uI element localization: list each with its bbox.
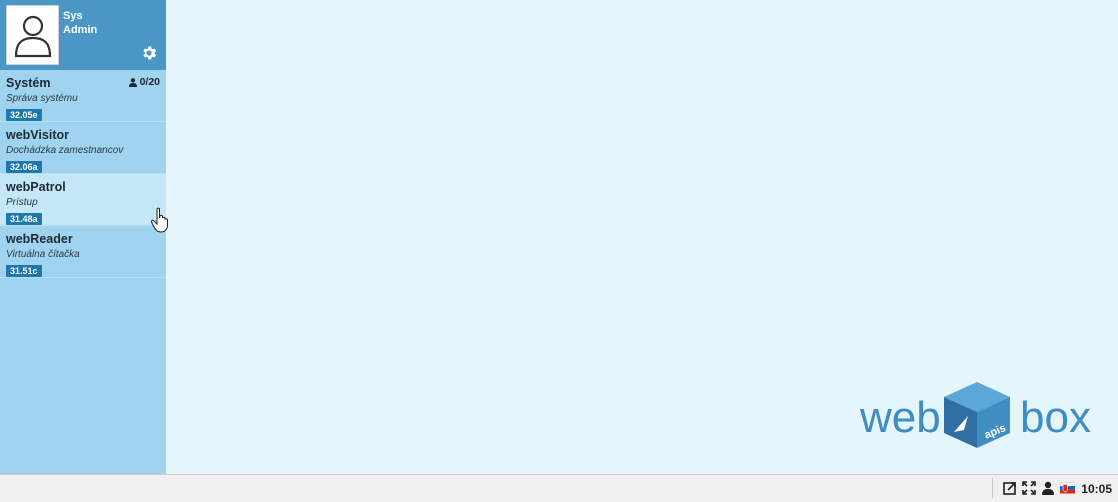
version-badge: 31.48a xyxy=(6,213,42,225)
sidebar-item-webreader[interactable]: webReader Virtuálna čítačka 31.51c xyxy=(0,226,166,278)
sidebar: Sys Admin Systém Správa systému 32.05e 0… xyxy=(0,0,174,474)
app-subtitle: Prístup xyxy=(6,197,38,208)
user-first-name: Sys xyxy=(63,10,83,22)
user-profile: Sys Admin xyxy=(0,0,174,70)
user-avatar-icon xyxy=(14,15,51,58)
logo-text-web: web xyxy=(860,393,941,442)
app-subtitle: Virtuálna čítačka xyxy=(6,249,80,260)
app-subtitle: Dochádzka zamestnancov xyxy=(6,145,124,156)
flag-sk-icon[interactable] xyxy=(1060,481,1075,495)
version-badge: 32.06a xyxy=(6,161,42,173)
person-icon xyxy=(128,77,137,87)
cube-icon: apis xyxy=(944,382,1010,448)
hand-cursor-icon xyxy=(150,207,168,233)
app-title: webReader xyxy=(6,232,73,246)
gear-icon[interactable] xyxy=(140,44,158,62)
sidebar-item-system[interactable]: Systém Správa systému 32.05e 0/20 xyxy=(0,70,166,122)
logo-text-box: box xyxy=(1020,393,1091,442)
fullscreen-icon[interactable] xyxy=(1022,481,1036,495)
webbox-logo: web apis box xyxy=(860,382,1091,448)
sidebar-item-webvisitor[interactable]: webVisitor Dochádzka zamestnancov 32.06a xyxy=(0,122,166,174)
user-last-name: Admin xyxy=(63,24,98,36)
app-title: webPatrol xyxy=(6,180,66,194)
taskbar-separator xyxy=(992,478,993,498)
version-badge: 32.05e xyxy=(6,109,42,121)
avatar[interactable] xyxy=(6,5,59,65)
clock: 10:05 xyxy=(1081,482,1112,496)
version-badge: 31.51c xyxy=(6,265,42,277)
session-count: 0/20 xyxy=(128,76,160,88)
app-subtitle: Správa systému xyxy=(6,93,78,104)
session-count-value: 0/20 xyxy=(139,76,160,88)
user-name: Sys Admin xyxy=(63,9,97,37)
external-link-icon[interactable] xyxy=(1003,481,1017,495)
taskbar: 10:05 xyxy=(0,474,1118,502)
user-icon[interactable] xyxy=(1041,481,1055,495)
sidebar-item-webpatrol[interactable]: webPatrol Prístup 31.48a xyxy=(0,174,166,226)
app-title: webVisitor xyxy=(6,128,69,142)
